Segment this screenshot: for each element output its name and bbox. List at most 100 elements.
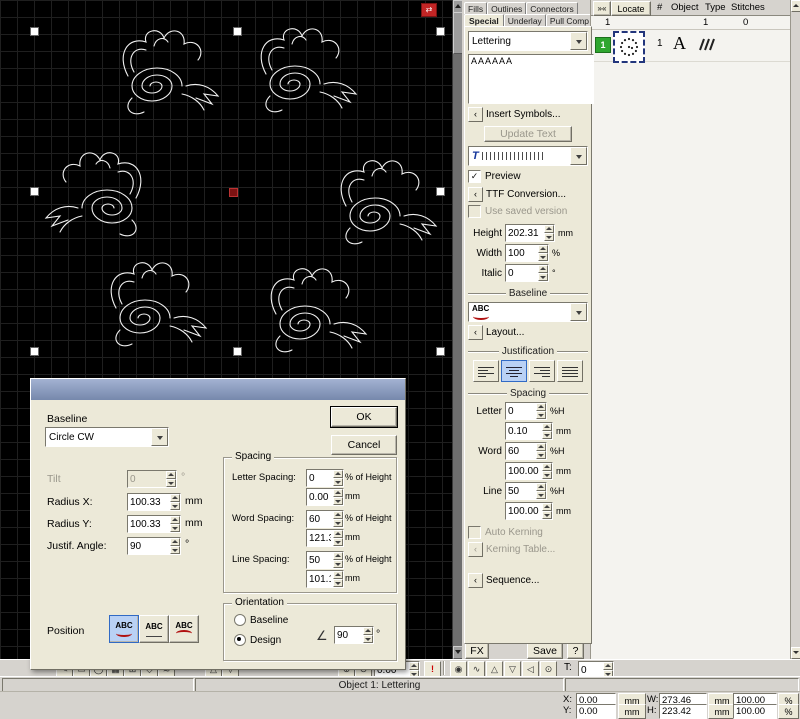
position-circle-button[interactable]: ABC <box>109 615 139 643</box>
letter-spacing-pct-input[interactable] <box>306 469 344 487</box>
selection-handle[interactable] <box>30 187 39 196</box>
chevron-down-icon[interactable] <box>570 32 587 50</box>
width-field[interactable] <box>506 245 538 261</box>
height-input[interactable] <box>505 224 555 242</box>
tab-special[interactable]: Special <box>464 14 504 26</box>
baseline-style-combo[interactable]: ABC <box>468 302 588 322</box>
spinner-buttons[interactable] <box>333 552 343 568</box>
locate-button[interactable]: Locate <box>611 1 651 16</box>
spinner-buttons[interactable] <box>536 403 546 419</box>
embroidery-motif[interactable] <box>341 161 436 244</box>
spinner-buttons[interactable] <box>542 423 552 439</box>
y-field[interactable] <box>577 705 615 718</box>
help-button[interactable]: ? <box>567 643 584 659</box>
y-input[interactable] <box>576 704 616 719</box>
object-panel-scrollbar[interactable] <box>790 0 800 659</box>
spinner-buttons[interactable] <box>333 470 343 486</box>
baseline-radio[interactable]: Baseline <box>234 614 288 626</box>
line-spacing-mm-input[interactable] <box>306 570 344 588</box>
spinner-buttons[interactable] <box>363 627 373 643</box>
chevron-down-icon[interactable] <box>570 303 587 321</box>
spinner-buttons[interactable] <box>538 265 548 281</box>
curve-tool-icon[interactable]: ∿ <box>468 661 485 677</box>
justify-center-button[interactable] <box>501 360 527 382</box>
arrow-left-icon[interactable]: ◁ <box>522 661 539 677</box>
tab-fills[interactable]: Fills <box>464 2 487 14</box>
word-spacing-pct-input[interactable] <box>306 510 344 528</box>
chevron-down-icon[interactable] <box>570 147 587 165</box>
spinner-buttons[interactable] <box>333 489 343 505</box>
embroidery-motif[interactable] <box>271 269 366 352</box>
tab-pull-comp[interactable]: Pull Comp <box>546 14 593 26</box>
justif-angle-input[interactable] <box>127 537 181 555</box>
design-radio[interactable]: Design <box>234 634 281 646</box>
object-row[interactable]: 1 1 A <box>591 29 791 62</box>
preview-checkbox[interactable]: ✓ Preview <box>468 170 588 183</box>
word-spacing-mm-field[interactable] <box>307 530 333 546</box>
line-spacing-mm-input[interactable] <box>505 502 553 520</box>
position-bridge-button[interactable]: ABC <box>169 615 199 643</box>
tab-underlay[interactable]: Underlay <box>504 14 546 26</box>
justif-angle-field[interactable] <box>128 538 170 554</box>
letter-spacing-mm-input[interactable] <box>505 422 553 440</box>
embroidery-motif[interactable] <box>123 31 218 114</box>
h-percent-field[interactable] <box>734 705 776 718</box>
cancel-button[interactable]: Cancel <box>331 435 397 455</box>
selection-handle[interactable] <box>233 27 242 36</box>
letter-spacing-pct-field[interactable] <box>506 403 536 419</box>
spinner-buttons[interactable] <box>544 225 554 241</box>
orientation-angle-field[interactable] <box>335 627 363 643</box>
justify-full-button[interactable] <box>557 360 583 382</box>
scroll-down-icon[interactable] <box>791 647 800 659</box>
radius-x-input[interactable] <box>127 493 181 511</box>
y-unit-button[interactable]: mm <box>618 704 646 719</box>
spinner-buttons[interactable] <box>542 463 552 479</box>
checkbox-checked-icon[interactable]: ✓ <box>468 170 481 183</box>
dialog-titlebar[interactable] <box>31 379 405 400</box>
ttf-conversion-button[interactable]: TTF Conversion... <box>486 189 566 200</box>
spinner-buttons[interactable] <box>542 503 552 519</box>
collapse-arrow-icon[interactable]: ‹ <box>468 325 483 340</box>
collapse-arrow-icon[interactable]: ‹ <box>468 107 483 122</box>
word-spacing-mm-input[interactable] <box>306 529 344 547</box>
letter-spacing-mm-field[interactable] <box>506 423 542 439</box>
spinner-buttons[interactable] <box>166 471 176 487</box>
h-percent-unit-button[interactable]: % <box>778 704 799 719</box>
width-input[interactable] <box>505 244 549 262</box>
object-color-badge[interactable]: 1 <box>595 37 611 53</box>
selection-handle[interactable] <box>436 347 445 356</box>
spinner-buttons[interactable] <box>536 483 546 499</box>
spinner-buttons[interactable] <box>170 494 180 510</box>
spinner-buttons[interactable] <box>170 538 180 554</box>
target-icon[interactable]: ⊙ <box>540 661 557 677</box>
letter-spacing-pct-input[interactable] <box>505 402 547 420</box>
orientation-angle-input[interactable] <box>334 626 374 644</box>
tab-connectors[interactable]: Connectors <box>526 2 577 14</box>
embroidery-motif[interactable] <box>46 153 141 236</box>
needle-point-icon[interactable]: ◉ <box>450 661 467 677</box>
line-spacing-pct-field[interactable] <box>506 483 536 499</box>
triangle-down-icon[interactable]: ▽ <box>504 661 521 677</box>
word-spacing-pct-field[interactable] <box>506 443 536 459</box>
spinner-buttons[interactable] <box>170 516 180 532</box>
update-text-button[interactable]: Update Text <box>484 126 572 142</box>
insert-symbols-button[interactable]: Insert Symbols... <box>486 109 560 120</box>
line-spacing-mm-field[interactable] <box>506 503 542 519</box>
canvas-resize-button[interactable]: ⇄ <box>421 3 437 17</box>
object-type-combo[interactable]: Lettering <box>468 31 588 51</box>
h-input[interactable] <box>659 704 707 719</box>
save-button[interactable]: Save <box>527 643 563 659</box>
italic-field[interactable] <box>506 265 538 281</box>
h-percent-input[interactable] <box>733 704 777 719</box>
selection-handle[interactable] <box>30 347 39 356</box>
panel-collapse-button[interactable]: »« <box>593 1 611 16</box>
justify-left-button[interactable] <box>473 360 499 382</box>
chevron-down-icon[interactable] <box>151 428 168 446</box>
letter-spacing-mm-input[interactable] <box>306 488 344 506</box>
word-spacing-mm-field[interactable] <box>506 463 542 479</box>
font-combo[interactable]: T <box>468 146 588 166</box>
h-field[interactable] <box>660 705 706 718</box>
spinner-buttons[interactable] <box>536 443 546 459</box>
line-spacing-pct-input[interactable] <box>306 551 344 569</box>
baseline-combo[interactable]: Circle CW <box>45 427 169 447</box>
